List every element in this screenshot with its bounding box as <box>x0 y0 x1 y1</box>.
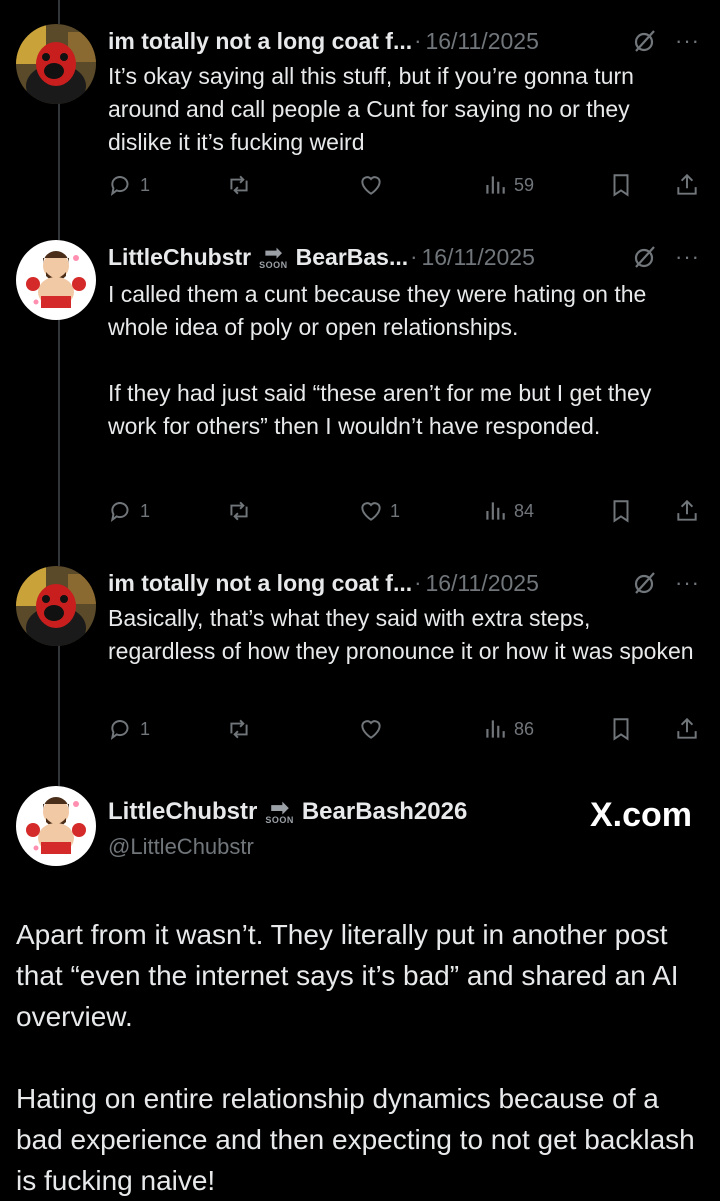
heart-icon <box>361 176 381 195</box>
share-button[interactable] <box>674 716 700 742</box>
heart-icon <box>361 720 381 739</box>
timestamp[interactable]: 16/11/2025 <box>425 570 538 597</box>
avatar[interactable] <box>16 240 96 320</box>
display-name[interactable]: im totally not a long coat f... <box>108 28 412 55</box>
view-count: 59 <box>514 174 535 195</box>
separator-dot: · <box>414 28 422 53</box>
soon-badge: ➡ SOON <box>265 794 294 825</box>
views-button[interactable]: 86 <box>482 716 534 742</box>
action-bar: 1 1 84 <box>108 498 700 528</box>
views-button[interactable]: 84 <box>482 498 534 524</box>
heart-icon <box>361 502 381 521</box>
tweet-text: I called them a cunt because they were h… <box>108 281 652 439</box>
like-button[interactable] <box>358 172 390 198</box>
share-button[interactable] <box>674 172 700 198</box>
like-button[interactable] <box>358 716 390 742</box>
share-icon <box>677 717 697 739</box>
repost-button[interactable] <box>226 172 258 198</box>
reply-count: 1 <box>140 718 151 739</box>
views-button[interactable]: 59 <box>482 172 534 198</box>
tweet-header: LittleChubstr ➡ SOON BearBas... · 16/11/2… <box>108 240 700 274</box>
tweet[interactable]: im totally not a long coat f... · 16/11/… <box>0 566 720 766</box>
share-icon <box>677 173 697 195</box>
tweet-header: im totally not a long coat f... · 16/11/… <box>108 566 700 600</box>
reply-icon <box>110 176 129 196</box>
grok-icon[interactable] <box>633 29 657 53</box>
like-count: 1 <box>390 500 401 521</box>
reply-icon <box>110 502 129 522</box>
display-name-suffix[interactable]: BearBas... <box>296 244 409 271</box>
x-logo: X.com <box>589 796 692 834</box>
tweet-text: Basically, that’s what they said with ex… <box>108 605 694 664</box>
arrow-right-icon: ➡ <box>270 794 289 820</box>
repost-icon <box>230 719 248 739</box>
more-options-icon[interactable]: ··· <box>675 28 700 54</box>
separator-dot: · <box>410 244 418 269</box>
reply-button[interactable]: 1 <box>108 498 150 524</box>
timestamp[interactable]: 16/11/2025 <box>421 244 534 271</box>
tweet-text: It’s okay saying all this stuff, but if … <box>108 63 634 155</box>
avatar[interactable] <box>16 786 96 866</box>
grok-icon[interactable] <box>633 245 657 269</box>
repost-button[interactable] <box>226 716 258 742</box>
reply-button[interactable]: 1 <box>108 716 150 742</box>
thread-line <box>58 0 60 24</box>
display-name[interactable]: im totally not a long coat f... <box>108 570 412 597</box>
repost-button[interactable] <box>226 498 258 524</box>
views-icon <box>486 720 505 738</box>
share-icon <box>677 499 697 521</box>
arrow-right-icon: ➡ <box>264 239 283 265</box>
bookmark-icon <box>613 718 629 741</box>
post-text: Apart from it wasn’t. They literally put… <box>16 919 695 1196</box>
tweet[interactable]: im totally not a long coat f... · 16/11/… <box>0 24 720 224</box>
bookmark-icon <box>613 174 629 197</box>
soon-badge: ➡ SOON <box>259 239 288 270</box>
share-button[interactable] <box>674 498 700 524</box>
view-count: 86 <box>514 718 535 739</box>
repost-icon <box>230 501 248 521</box>
avatar[interactable] <box>16 566 96 646</box>
action-bar: 1 59 <box>108 172 700 202</box>
grok-icon[interactable] <box>633 571 657 595</box>
bookmark-button[interactable] <box>608 172 634 198</box>
separator-dot: · <box>414 570 422 595</box>
reply-button[interactable]: 1 <box>108 172 150 198</box>
user-handle[interactable]: @LittleChubstr <box>108 834 254 860</box>
repost-icon <box>230 175 248 195</box>
more-options-icon[interactable]: ··· <box>675 244 700 270</box>
post-author[interactable]: LittleChubstr ➡ SOON BearBash2026 <box>108 794 467 826</box>
display-name[interactable]: LittleChubstr <box>108 244 251 271</box>
timestamp[interactable]: 16/11/2025 <box>425 28 538 55</box>
display-name-suffix[interactable]: BearBash2026 <box>302 798 467 826</box>
bookmark-icon <box>613 500 629 523</box>
reply-count: 1 <box>140 174 151 195</box>
bookmark-button[interactable] <box>608 716 634 742</box>
like-button[interactable]: 1 <box>358 498 400 524</box>
reply-count: 1 <box>140 500 151 521</box>
tweet[interactable]: LittleChubstr ➡ SOON BearBas... · 16/11/2… <box>0 240 720 550</box>
more-options-icon[interactable]: ··· <box>675 570 700 596</box>
bookmark-button[interactable] <box>608 498 634 524</box>
tweet-header: im totally not a long coat f... · 16/11/… <box>108 24 700 58</box>
display-name[interactable]: LittleChubstr <box>108 798 257 826</box>
views-icon <box>486 176 505 194</box>
reply-icon <box>110 720 129 740</box>
avatar[interactable] <box>16 24 96 104</box>
views-icon <box>486 502 505 520</box>
action-bar: 1 86 <box>108 716 700 746</box>
view-count: 84 <box>514 500 535 521</box>
